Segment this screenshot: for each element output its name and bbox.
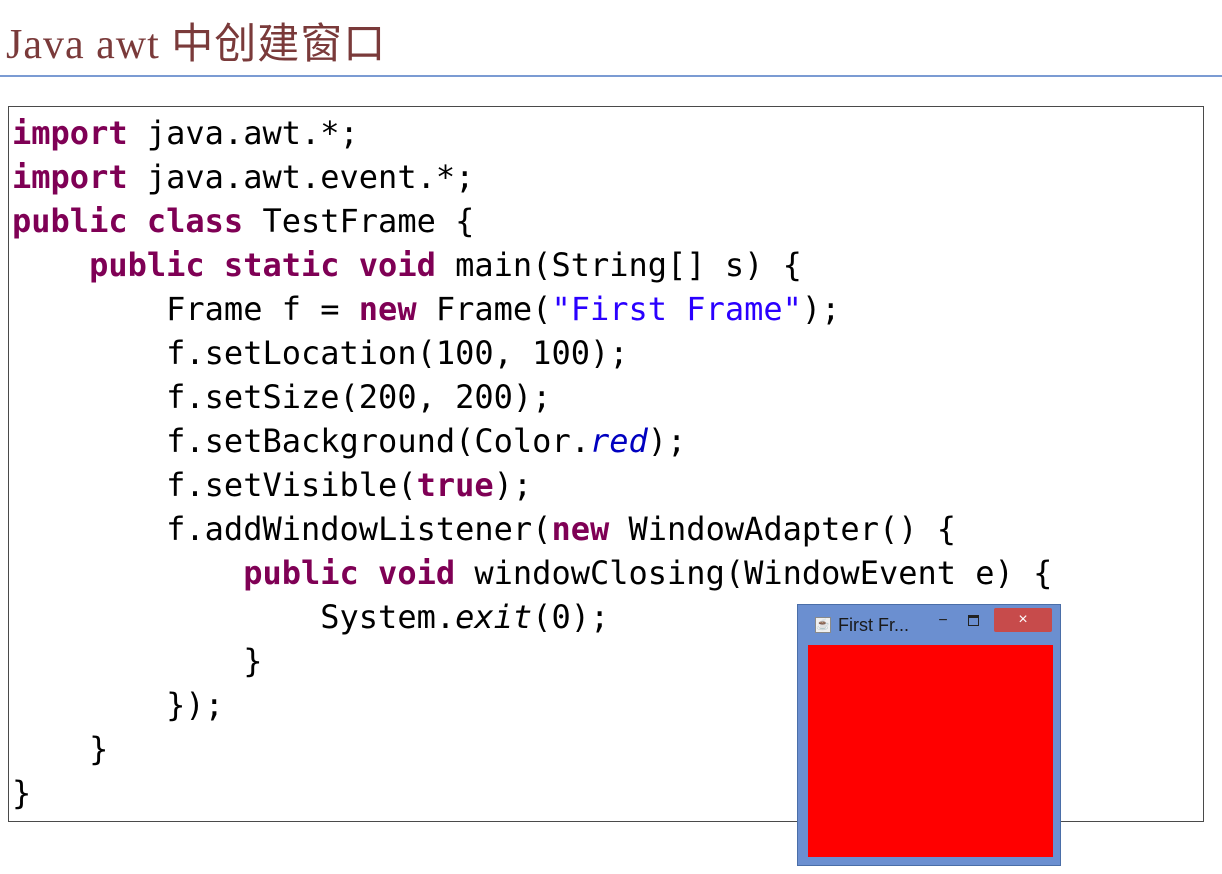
- code-text: );: [801, 290, 841, 328]
- keyword: static: [223, 246, 340, 284]
- keyword: void: [378, 554, 456, 592]
- code-text: java.awt.event.*;: [127, 158, 475, 196]
- keyword: class: [146, 202, 244, 240]
- code-line-6: f.setLocation(100, 100);: [12, 334, 629, 372]
- code-line-3: public class TestFrame {: [12, 199, 1052, 243]
- keyword: new: [358, 290, 417, 328]
- code-text: );: [647, 422, 687, 460]
- static-method: exit: [455, 598, 533, 636]
- static-field: red: [589, 422, 648, 460]
- maximize-button[interactable]: [962, 611, 986, 631]
- code-text: f.setVisible(: [12, 466, 417, 504]
- code-text: TestFrame {: [243, 202, 475, 240]
- code-text: Frame f =: [12, 290, 359, 328]
- code-text: main(String[] s) {: [435, 246, 802, 284]
- code-line-4: public static void main(String[] s) {: [12, 243, 1052, 287]
- code-text: f.addWindowListener(: [12, 510, 552, 548]
- code-text: Frame(: [416, 290, 552, 328]
- keyword: true: [416, 466, 494, 504]
- slide-title: Java awt 中创建窗口: [6, 22, 387, 68]
- keyword: public: [243, 554, 359, 592]
- window-titlebar[interactable]: ☕ First Fr... − ×: [798, 605, 1060, 643]
- keyword: import: [12, 158, 128, 196]
- code-text: f.setBackground(Color.: [12, 422, 590, 460]
- keyword: import: [12, 114, 128, 152]
- window-title: First Fr...: [838, 615, 909, 635]
- keyword: void: [358, 246, 436, 284]
- code-line-9: f.setVisible(true);: [12, 463, 1052, 507]
- code-text: System.: [12, 598, 456, 636]
- code-line-8: f.setBackground(Color.red);: [12, 419, 1052, 463]
- keyword: new: [551, 510, 610, 548]
- close-button[interactable]: ×: [994, 608, 1052, 632]
- keyword: public: [12, 202, 128, 240]
- code-text: windowClosing(WindowEvent e) {: [455, 554, 1053, 592]
- string-literal: "First Frame": [551, 290, 802, 328]
- code-line-7: f.setSize(200, 200);: [12, 378, 552, 416]
- first-frame-window[interactable]: ☕ First Fr... − ×: [797, 604, 1061, 866]
- java-cup-icon: ☕: [815, 617, 831, 633]
- code-text: );: [493, 466, 533, 504]
- red-frame-canvas: [808, 645, 1053, 857]
- title-divider: [0, 75, 1222, 77]
- code-text: WindowAdapter() {: [609, 510, 957, 548]
- code-line-1: import java.awt.*;: [12, 111, 1052, 155]
- minimize-button[interactable]: −: [932, 611, 954, 631]
- code-line-11: public void windowClosing(WindowEvent e)…: [12, 551, 1052, 595]
- code-text: (0);: [532, 598, 610, 636]
- code-line-10: f.addWindowListener(new WindowAdapter() …: [12, 507, 1052, 551]
- code-text: java.awt.*;: [127, 114, 359, 152]
- keyword: public: [89, 246, 205, 284]
- code-line-5: Frame f = new Frame("First Frame");: [12, 287, 1052, 331]
- code-line-2: import java.awt.event.*;: [12, 155, 1052, 199]
